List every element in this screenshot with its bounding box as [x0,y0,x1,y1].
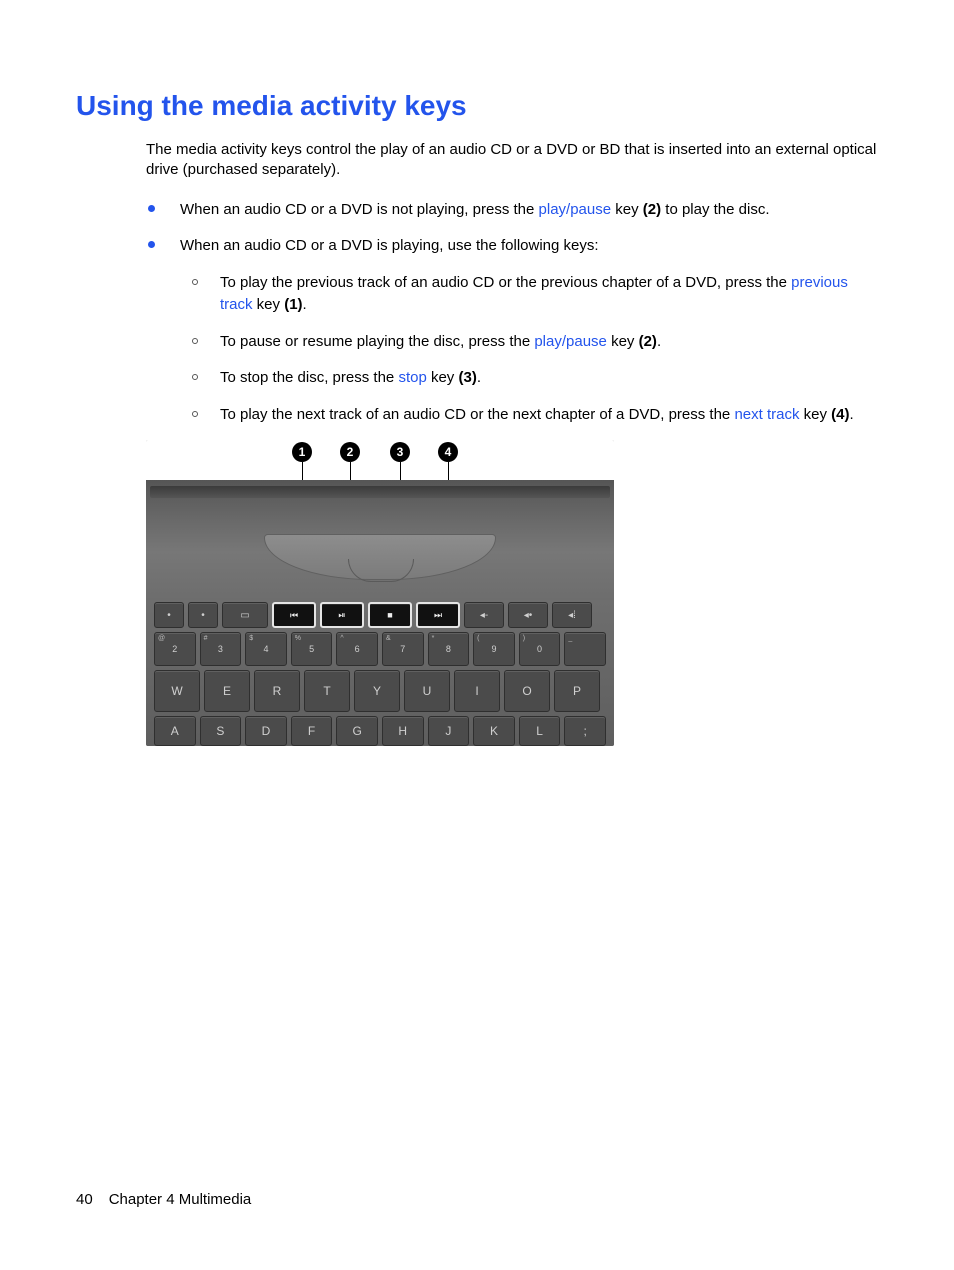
page-title: Using the media activity keys [76,90,878,122]
key: )0 [519,632,561,666]
key-ref: (1) [284,296,302,313]
key-ref: (2) [639,333,657,350]
text: key [253,296,285,313]
link-play-pause[interactable]: play/pause [539,201,612,218]
key: D [245,716,287,746]
text: To play the previous track of an audio C… [220,274,791,291]
key: ◂⁞ [552,602,592,628]
key: F [291,716,333,746]
media-key-play-pause: ⏯ [320,602,364,628]
laptop-hinge [264,534,496,580]
key: G [336,716,378,746]
link-stop[interactable]: stop [398,369,426,386]
key: E [204,670,250,712]
page-number: 40 [76,1191,93,1208]
callout-badge-2: 2 [340,442,360,462]
laptop-body [146,480,614,600]
key: I [454,670,500,712]
key: • [188,602,218,628]
key: ^6 [336,632,378,666]
key: H [382,716,424,746]
text: key [607,333,639,350]
key: Y [354,670,400,712]
callout-badge-3: 3 [390,442,410,462]
key: (9 [473,632,515,666]
keyboard-area: • • ▭ ⏮ ⏯ ■ ⏭ ◂- ◂• ◂⁞ @2 #3 $4 %5 ^6 &7… [146,600,614,746]
text: To play the next track of an audio CD or… [220,406,734,423]
key: ; [564,716,606,746]
list-item: To play the next track of an audio CD or… [180,404,878,427]
media-key-stop: ■ [368,602,412,628]
key: @2 [154,632,196,666]
key: U [404,670,450,712]
text: To pause or resume playing the disc, pre… [220,333,534,350]
text: key [799,406,831,423]
key: _ [564,632,606,666]
key-ref: (3) [458,369,476,386]
callout-badge-4: 4 [438,442,458,462]
text: to play the disc. [661,201,769,218]
key: $4 [245,632,287,666]
key: #3 [200,632,242,666]
link-next-track[interactable]: next track [734,406,799,423]
key: J [428,716,470,746]
key: L [519,716,561,746]
key: R [254,670,300,712]
key: A [154,716,196,746]
key: %5 [291,632,333,666]
keyboard-figure: 1 2 3 4 • • ▭ ⏮ ⏯ ■ ⏭ ◂- ◂• ◂⁞ [146,440,614,746]
media-key-next-track: ⏭ [416,602,460,628]
next-track-icon: ⏭ [434,610,442,621]
chapter-label: Chapter 4 Multimedia [109,1191,252,1208]
text: . [303,296,307,313]
list-item: To play the previous track of an audio C… [180,272,878,317]
text: key [427,369,459,386]
key: O [504,670,550,712]
text: When an audio CD or a DVD is playing, us… [180,237,599,254]
list-item: When an audio CD or a DVD is not playing… [146,199,878,222]
key: S [200,716,242,746]
bullet-list: When an audio CD or a DVD is not playing… [146,199,878,427]
text: . [477,369,481,386]
text: When an audio CD or a DVD is not playing… [180,201,539,218]
key: P [554,670,600,712]
text: . [657,333,661,350]
intro-paragraph: The media activity keys control the play… [146,140,878,181]
key: &7 [382,632,424,666]
previous-track-icon: ⏮ [290,610,298,621]
play-pause-icon: ⏯ [338,610,345,621]
key: W [154,670,200,712]
key: T [304,670,350,712]
list-item: To pause or resume playing the disc, pre… [180,331,878,354]
key: K [473,716,515,746]
key: ▭ [222,602,268,628]
key: ◂- [464,602,504,628]
key: ◂• [508,602,548,628]
list-item: When an audio CD or a DVD is playing, us… [146,235,878,426]
link-play-pause[interactable]: play/pause [534,333,607,350]
stop-icon: ■ [387,610,392,620]
text: . [850,406,854,423]
page-footer: 40 Chapter 4 Multimedia [76,1191,251,1208]
text: To stop the disc, press the [220,369,398,386]
key: • [154,602,184,628]
sub-list: To play the previous track of an audio C… [180,272,878,427]
key-ref: (4) [831,406,849,423]
callout-badge-1: 1 [292,442,312,462]
text: key [611,201,643,218]
media-key-previous-track: ⏮ [272,602,316,628]
key: *8 [428,632,470,666]
key-ref: (2) [643,201,661,218]
list-item: To stop the disc, press the stop key (3)… [180,367,878,390]
